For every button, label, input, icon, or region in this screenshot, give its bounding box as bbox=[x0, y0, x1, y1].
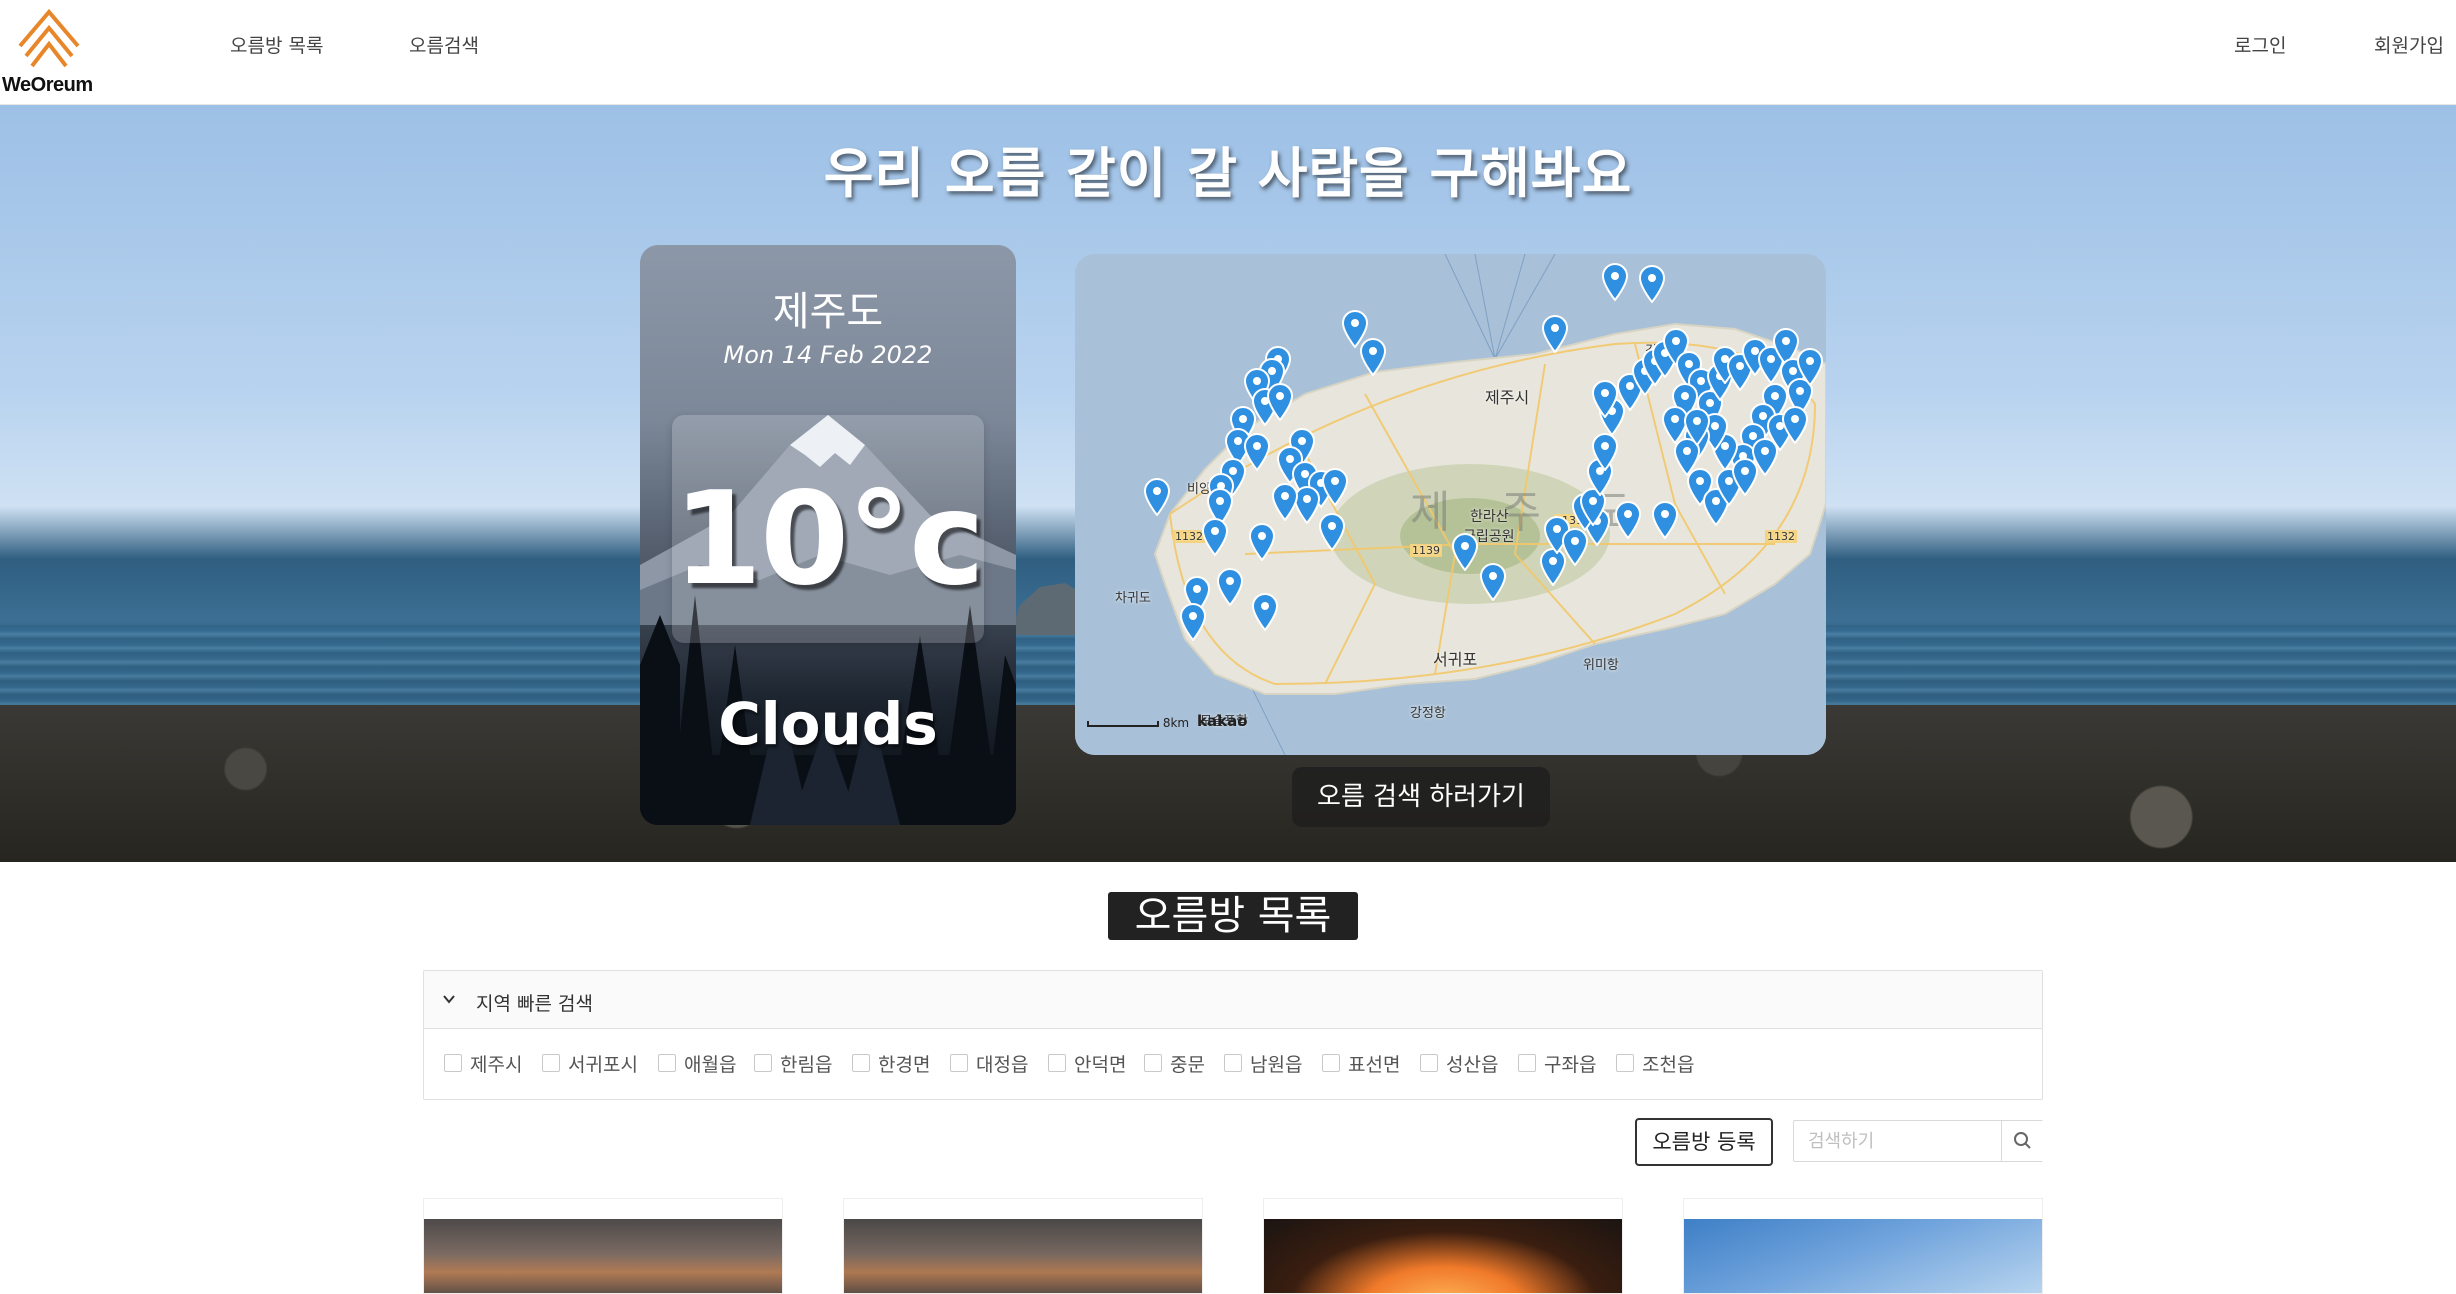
nav-login[interactable]: 로그인 bbox=[2234, 31, 2286, 58]
nav-room-list[interactable]: 오름방 목록 bbox=[230, 31, 323, 58]
weather-temperature: 10°c bbox=[673, 465, 985, 614]
oreum-map[interactable]: 제 주 도 제주시 서귀포 김녕항 비양도 차귀도 모슬포항 강정항 위미항 한… bbox=[1075, 254, 1826, 755]
region-checkbox-jocheon[interactable]: 조천읍 bbox=[1616, 1051, 1694, 1076]
room-card-image bbox=[1684, 1219, 2042, 1293]
region-filter-toggle[interactable]: 지역 빠른 검색 bbox=[424, 971, 2042, 1029]
room-card[interactable] bbox=[843, 1198, 1203, 1294]
room-card[interactable] bbox=[1683, 1198, 2043, 1294]
hero-banner: 우리 오름 같이 갈 사람을 구해봐요 제주도 Mon 14 Feb 2022 … bbox=[0, 105, 2456, 862]
region-checkbox-hangyeong[interactable]: 한경면 bbox=[852, 1051, 930, 1076]
map-label-wimi: 위미항 bbox=[1583, 658, 1619, 673]
room-card[interactable] bbox=[423, 1198, 783, 1294]
map-pin-icon[interactable] bbox=[1638, 265, 1666, 303]
hero-title: 우리 오름 같이 갈 사람을 구해봐요 bbox=[823, 142, 1633, 205]
map-road-1139: 1139 bbox=[1410, 544, 1442, 557]
region-checkbox-pyoseon[interactable]: 표선면 bbox=[1322, 1051, 1400, 1076]
map-scale-label: 8km bbox=[1162, 716, 1190, 730]
region-filter-label: 지역 빠른 검색 bbox=[476, 993, 593, 1015]
chevron-down-icon bbox=[442, 991, 456, 1010]
map-pin-icon[interactable] bbox=[1271, 483, 1299, 521]
room-list-title: 오름방 목록 bbox=[1108, 892, 1358, 940]
search-icon bbox=[2014, 1132, 2031, 1149]
room-search bbox=[1793, 1120, 2043, 1162]
map-pin-icon[interactable] bbox=[1179, 603, 1207, 641]
map-pin-icon[interactable] bbox=[1201, 518, 1229, 556]
map-pin-icon[interactable] bbox=[1541, 315, 1569, 353]
region-checkbox-list: 제주시 서귀포시 애월읍 한림읍 한경면 대정읍 안덕면 중문 남원읍 표선면 … bbox=[424, 1029, 2042, 1099]
top-navbar: WeOreum 오름방 목록 오름검색 로그인 회원가입 bbox=[0, 0, 2456, 105]
map-pin-icon[interactable] bbox=[1781, 406, 1809, 444]
map-pin-icon[interactable] bbox=[1143, 478, 1171, 516]
map-pin-icon[interactable] bbox=[1683, 408, 1711, 446]
region-filter: 지역 빠른 검색 제주시 서귀포시 애월읍 한림읍 한경면 대정읍 안덕면 중문… bbox=[423, 970, 2043, 1100]
map-pin-icon[interactable] bbox=[1601, 263, 1629, 301]
register-room-button[interactable]: 오름방 등록 bbox=[1635, 1118, 1773, 1166]
room-card-image bbox=[1264, 1219, 1622, 1293]
region-checkbox-seongsan[interactable]: 성산읍 bbox=[1420, 1051, 1498, 1076]
region-checkbox-andeok[interactable]: 안덕면 bbox=[1048, 1051, 1126, 1076]
logo-text: WeOreum bbox=[2, 74, 93, 96]
map-pin-icon[interactable] bbox=[1591, 380, 1619, 418]
nav-oreum-search[interactable]: 오름검색 bbox=[409, 31, 479, 58]
weather-city: 제주도 bbox=[772, 289, 884, 335]
map-pin-icon[interactable] bbox=[1451, 533, 1479, 571]
region-checkbox-jeju-si[interactable]: 제주시 bbox=[444, 1051, 522, 1076]
map-pin-icon[interactable] bbox=[1216, 568, 1244, 606]
search-button[interactable] bbox=[2001, 1121, 2043, 1161]
map-label-hallasan: 한라산 bbox=[1470, 509, 1509, 525]
map-pin-icon[interactable] bbox=[1243, 433, 1271, 471]
map-scale: 8km bbox=[1087, 716, 1189, 730]
nav-signup[interactable]: 회원가입 bbox=[2374, 31, 2444, 58]
room-card-image bbox=[844, 1219, 1202, 1293]
room-search-input[interactable] bbox=[1794, 1121, 2002, 1161]
map-pin-icon[interactable] bbox=[1614, 501, 1642, 539]
map-pin-icon[interactable] bbox=[1479, 563, 1507, 601]
weather-date: Mon 14 Feb 2022 bbox=[723, 341, 933, 369]
mountain-logo-icon bbox=[18, 8, 80, 68]
weather-card: 제주도 Mon 14 Feb 2022 10°c Clouds bbox=[640, 245, 1016, 825]
room-card-image bbox=[424, 1219, 782, 1293]
region-checkbox-jungmun[interactable]: 중문 bbox=[1144, 1051, 1205, 1076]
map-pin-icon[interactable] bbox=[1321, 468, 1349, 506]
map-pin-icon[interactable] bbox=[1318, 513, 1346, 551]
logo[interactable]: WeOreum bbox=[0, 6, 96, 96]
region-checkbox-hallim[interactable]: 한림읍 bbox=[754, 1051, 832, 1076]
map-road-1132-east: 1132 bbox=[1765, 530, 1797, 543]
map-pin-icon[interactable] bbox=[1248, 523, 1276, 561]
map-pin-icon[interactable] bbox=[1651, 501, 1679, 539]
map-pin-icon[interactable] bbox=[1359, 338, 1387, 376]
room-card[interactable] bbox=[1263, 1198, 1623, 1294]
region-checkbox-seogwipo-si[interactable]: 서귀포시 bbox=[542, 1051, 638, 1076]
region-checkbox-daejeong[interactable]: 대정읍 bbox=[950, 1051, 1028, 1076]
map-pin-icon[interactable] bbox=[1796, 348, 1824, 386]
map-attribution: kakao bbox=[1197, 712, 1248, 730]
region-checkbox-gujwa[interactable]: 구좌읍 bbox=[1518, 1051, 1596, 1076]
region-checkbox-aewol[interactable]: 애월읍 bbox=[658, 1051, 736, 1076]
map-pin-icon[interactable] bbox=[1591, 433, 1619, 471]
map-label-seogwipo: 서귀포 bbox=[1433, 650, 1478, 669]
map-label-chagwido: 차귀도 bbox=[1115, 591, 1151, 606]
go-search-button[interactable]: 오름 검색 하러가기 bbox=[1292, 767, 1550, 827]
region-checkbox-namwon[interactable]: 남원읍 bbox=[1224, 1051, 1302, 1076]
map-pin-icon[interactable] bbox=[1266, 383, 1294, 421]
map-pin-icon[interactable] bbox=[1251, 593, 1279, 631]
map-label-jeju-city: 제주시 bbox=[1485, 388, 1530, 407]
map-label-gangjeong: 강정항 bbox=[1410, 706, 1446, 721]
weather-condition: Clouds bbox=[718, 690, 938, 758]
